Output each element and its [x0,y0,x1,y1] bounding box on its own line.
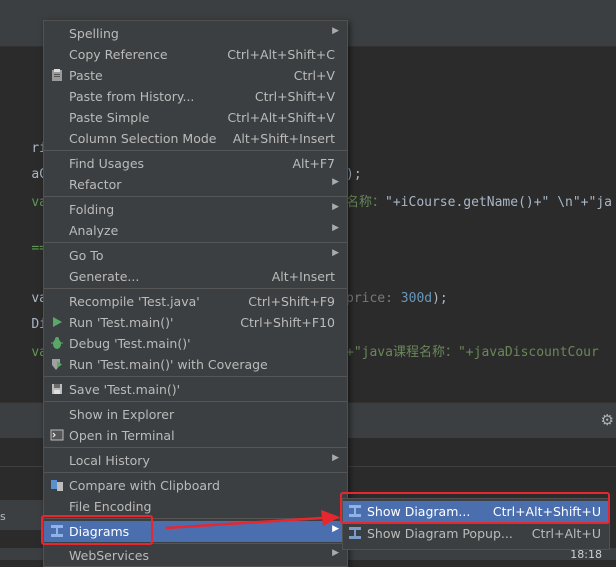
annotation-arrow [165,510,340,530]
